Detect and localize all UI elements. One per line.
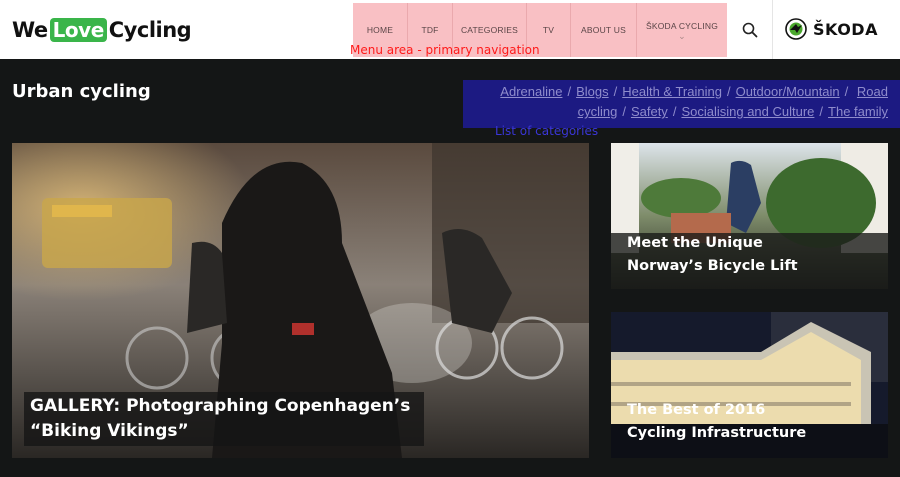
article-card-copenhagen[interactable]: GALLERY: Photographing Copenhagen’s “Bik… — [12, 143, 589, 458]
category-link-outdoor-mountain[interactable]: Outdoor/Mountain — [736, 84, 840, 99]
chevron-down-icon: ⌄ — [678, 31, 686, 41]
separator: / — [622, 104, 626, 119]
category-link-health-training[interactable]: Health & Training — [622, 84, 722, 99]
article-title-line-1[interactable]: Meet the Unique — [627, 232, 763, 255]
article-title-line-2[interactable]: Norway’s Bicycle Lift — [627, 255, 798, 278]
article-title-line-2[interactable]: Cycling Infrastructure — [627, 422, 806, 445]
separator: / — [844, 84, 849, 99]
site-logo[interactable]: We Love Cycling — [12, 17, 192, 43]
category-link-socialising-culture[interactable]: Socialising and Culture — [681, 104, 814, 119]
category-link-safety[interactable]: Safety — [631, 104, 668, 119]
nav-overlay-label: Menu area - primary navigation — [350, 43, 540, 57]
category-overlay-label: List of categories — [495, 124, 599, 138]
logo-suffix: Cycling — [108, 18, 192, 42]
separator: / — [819, 104, 824, 119]
separator: / — [613, 84, 618, 99]
nav-item-skoda-cycling[interactable]: ŠKODA CYCLING ⌄ — [637, 3, 727, 57]
category-link-blogs[interactable]: Blogs — [576, 84, 609, 99]
article-card-norway-lift[interactable]: Meet the Unique Norway’s Bicycle Lift — [611, 143, 888, 289]
search-button[interactable] — [727, 0, 773, 59]
category-link-adrenaline[interactable]: Adrenaline — [500, 84, 562, 99]
separator: / — [726, 84, 731, 99]
article-card-infrastructure[interactable]: The Best of 2016 Cycling Infrastructure — [611, 312, 888, 458]
skoda-emblem-icon — [785, 18, 807, 40]
logo-prefix: We — [12, 18, 48, 42]
skoda-logo[interactable]: ŠKODA — [785, 18, 878, 40]
article-title[interactable]: GALLERY: Photographing Copenhagen’s “Bik… — [24, 392, 424, 446]
separator: / — [672, 104, 677, 119]
page-title: Urban cycling — [12, 81, 151, 102]
article-title-line-1[interactable]: The Best of 2016 — [627, 399, 765, 422]
separator: / — [567, 84, 572, 99]
nav-item-about-us[interactable]: ABOUT US — [571, 3, 637, 57]
site-header: We Love Cycling HOME TDF CATEGORIES TV A… — [0, 0, 900, 59]
category-link-the-family[interactable]: The family — [828, 104, 888, 119]
sponsor-name: ŠKODA — [813, 19, 878, 39]
search-icon — [742, 22, 757, 37]
category-list: Adrenaline / Blogs / Health & Training / Outdo… — [463, 80, 900, 128]
logo-love: Love — [49, 18, 107, 42]
